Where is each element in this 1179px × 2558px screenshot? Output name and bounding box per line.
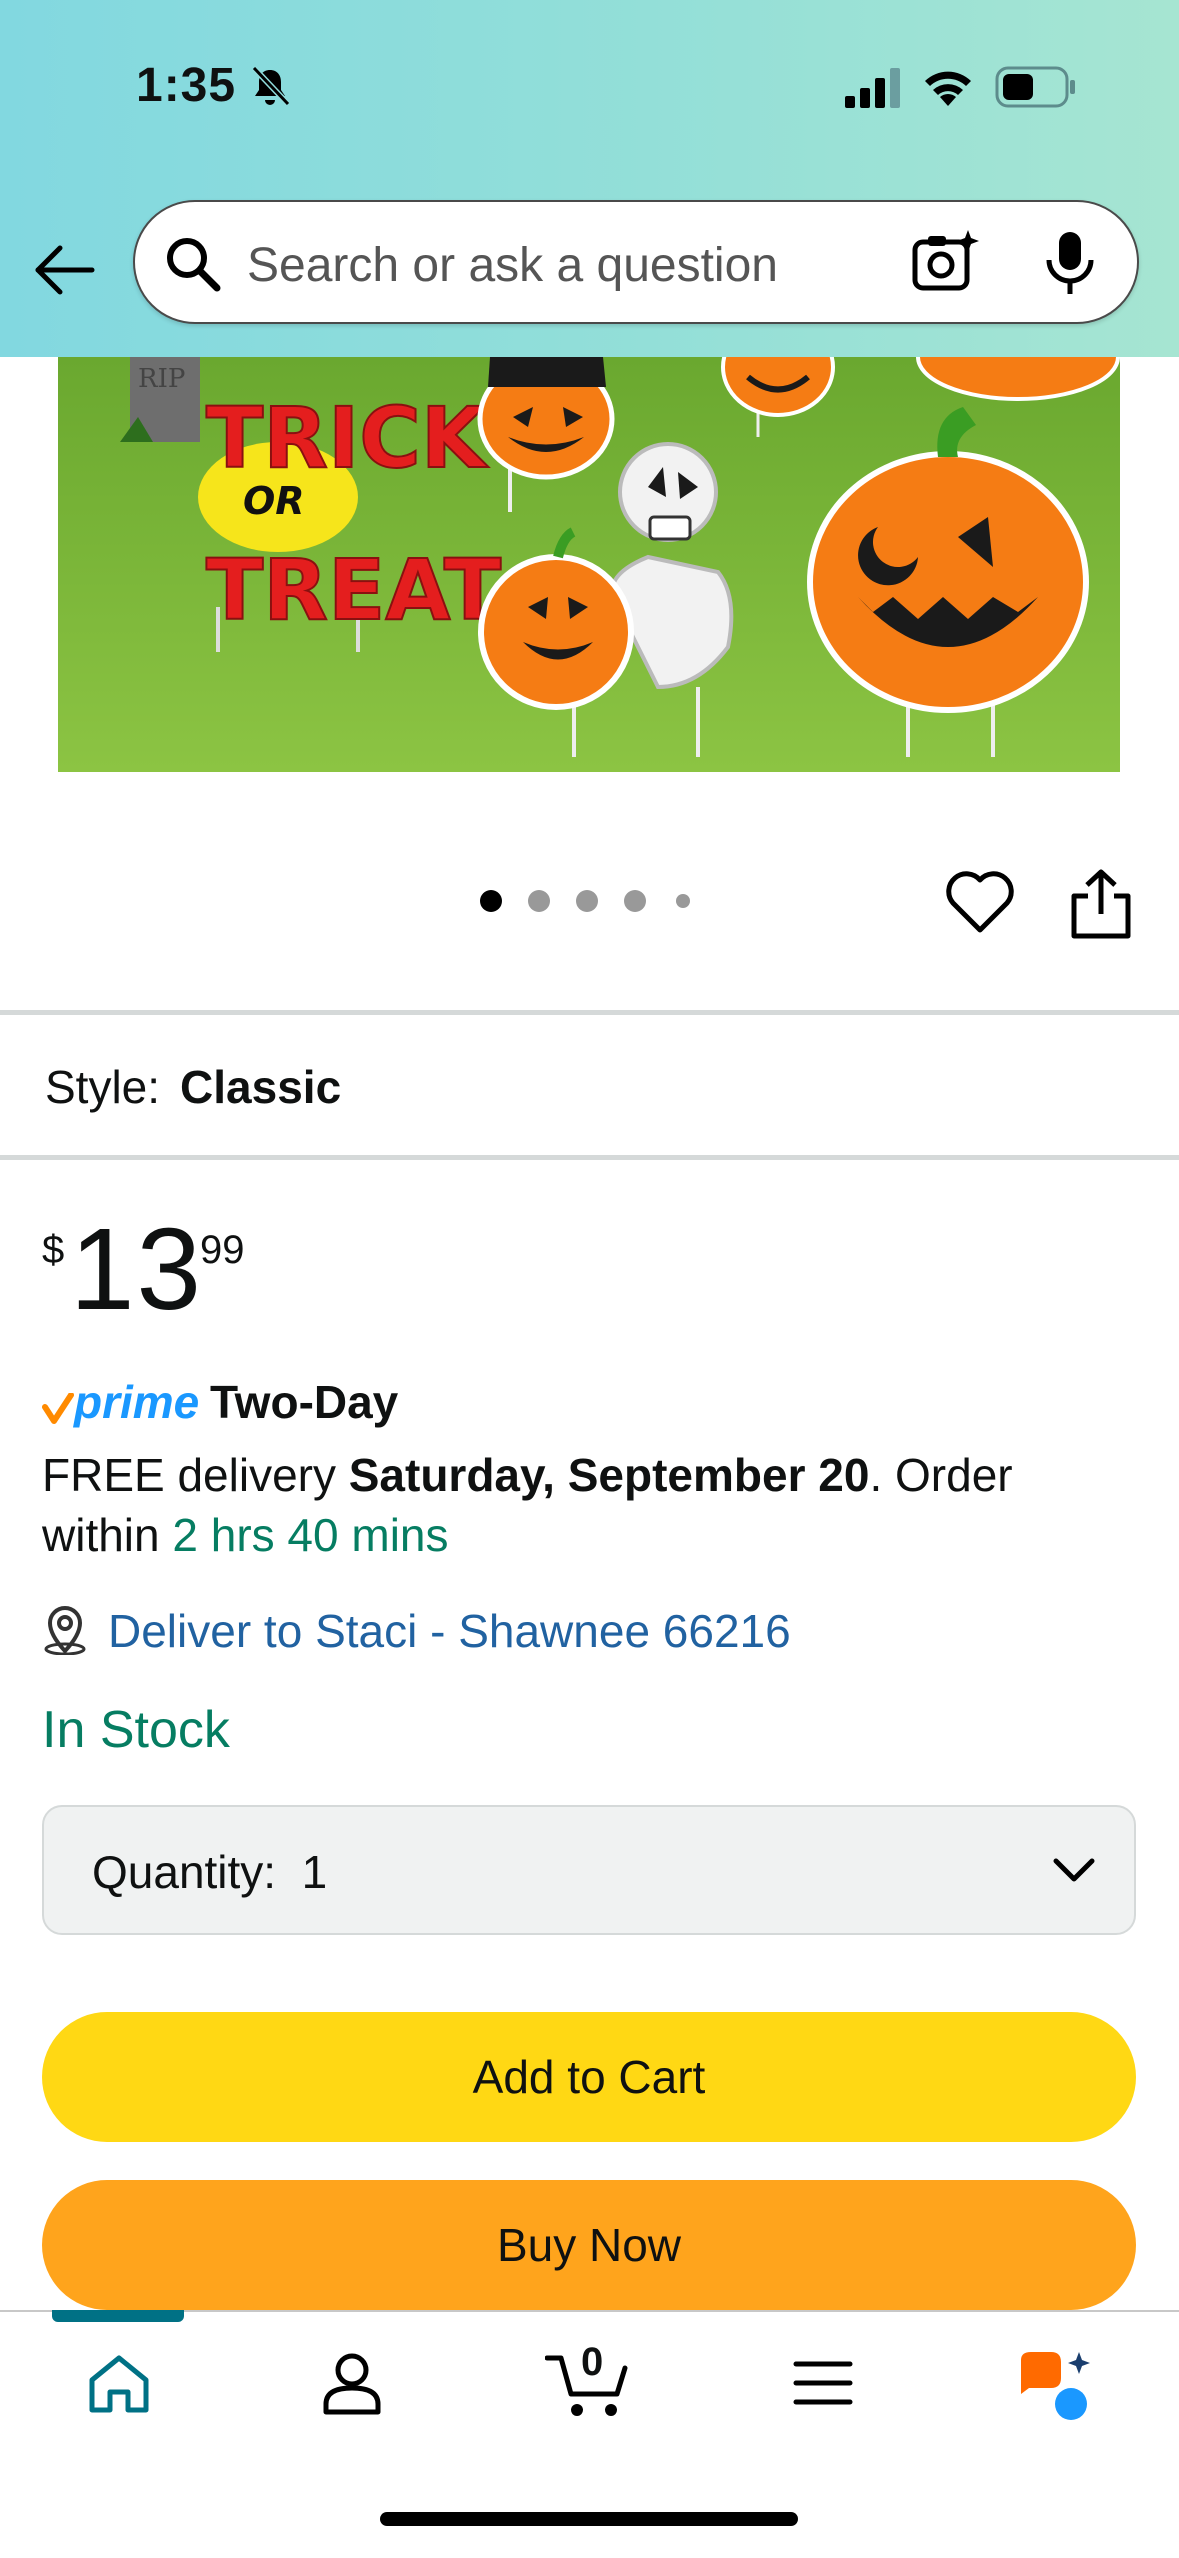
add-to-cart-button[interactable]: Add to Cart	[42, 2012, 1136, 2142]
style-value: Classic	[180, 1061, 342, 1113]
carousel-dot[interactable]	[676, 894, 690, 908]
account-icon[interactable]	[320, 2350, 384, 2416]
home-icon[interactable]	[86, 2350, 152, 2416]
svg-text:TREAT: TREAT	[206, 541, 501, 639]
prime-speed: Two-Day	[210, 1376, 399, 1428]
menu-icon[interactable]	[793, 2358, 853, 2408]
price-whole: 13	[70, 1204, 204, 1334]
prime-logo: prime	[74, 1376, 200, 1428]
carousel-dot-active[interactable]	[480, 890, 502, 912]
svg-text:RIP: RIP	[138, 364, 185, 394]
share-icon[interactable]	[1068, 868, 1134, 940]
order-countdown: 2 hrs 40 mins	[172, 1509, 449, 1561]
section-divider	[0, 1155, 1179, 1160]
svg-text:OR: OR	[243, 479, 305, 523]
delivery-date: Saturday, September 20	[348, 1449, 870, 1501]
prime-check-icon	[42, 1393, 74, 1424]
battery-icon	[995, 66, 1075, 108]
stock-status: In Stock	[42, 1701, 230, 1759]
style-label: Style:	[45, 1061, 161, 1113]
camera-search-icon[interactable]	[910, 228, 980, 298]
carousel-dot[interactable]	[624, 890, 646, 912]
search-icon	[167, 238, 221, 292]
cellular-signal-icon	[845, 68, 900, 108]
style-selector[interactable]: Style: Classic	[45, 1060, 341, 1114]
bell-muted-icon	[251, 65, 291, 107]
svg-text:TRICK: TRICK	[206, 389, 489, 487]
cart-count-badge: 0	[581, 2340, 604, 2384]
search-bar[interactable]: Search or ask a question	[133, 200, 1139, 324]
deliver-to-link[interactable]: Deliver to Staci - Shawnee 66216	[108, 1604, 791, 1658]
heart-icon[interactable]	[945, 870, 1015, 936]
location-pin-icon	[44, 1606, 86, 1655]
wifi-icon	[925, 71, 971, 106]
delivery-info: FREE delivery Saturday, September 20. Or…	[42, 1445, 1132, 1565]
home-indicator[interactable]	[380, 2512, 798, 2526]
tombstone-decoration: RIP	[120, 357, 200, 442]
product-image[interactable]: RIP TRICK OR TREAT	[58, 357, 1120, 772]
active-tab-indicator	[52, 2310, 184, 2322]
back-arrow-icon[interactable]	[30, 235, 100, 305]
microphone-icon[interactable]	[1040, 228, 1100, 298]
chevron-down-icon	[1053, 1858, 1095, 1882]
quantity-label-text: Quantity:	[92, 1846, 277, 1898]
carousel-dot[interactable]	[528, 890, 550, 912]
rufus-assistant-icon[interactable]	[1015, 2350, 1095, 2422]
section-divider	[0, 1010, 1179, 1015]
image-carousel-dots[interactable]	[480, 890, 700, 920]
price-currency: $	[42, 1228, 65, 1272]
quantity-dropdown[interactable]: Quantity: 1	[42, 1805, 1136, 1935]
buy-now-button[interactable]: Buy Now	[42, 2180, 1136, 2310]
price-fraction: 99	[200, 1228, 245, 1272]
search-input[interactable]: Search or ask a question	[247, 238, 778, 293]
quantity-value: 1	[301, 1846, 328, 1898]
carousel-dot[interactable]	[576, 890, 598, 912]
quantity-label: Quantity: 1	[92, 1845, 327, 1899]
status-time: 1:35	[136, 59, 237, 112]
delivery-prefix: FREE delivery	[42, 1449, 349, 1501]
